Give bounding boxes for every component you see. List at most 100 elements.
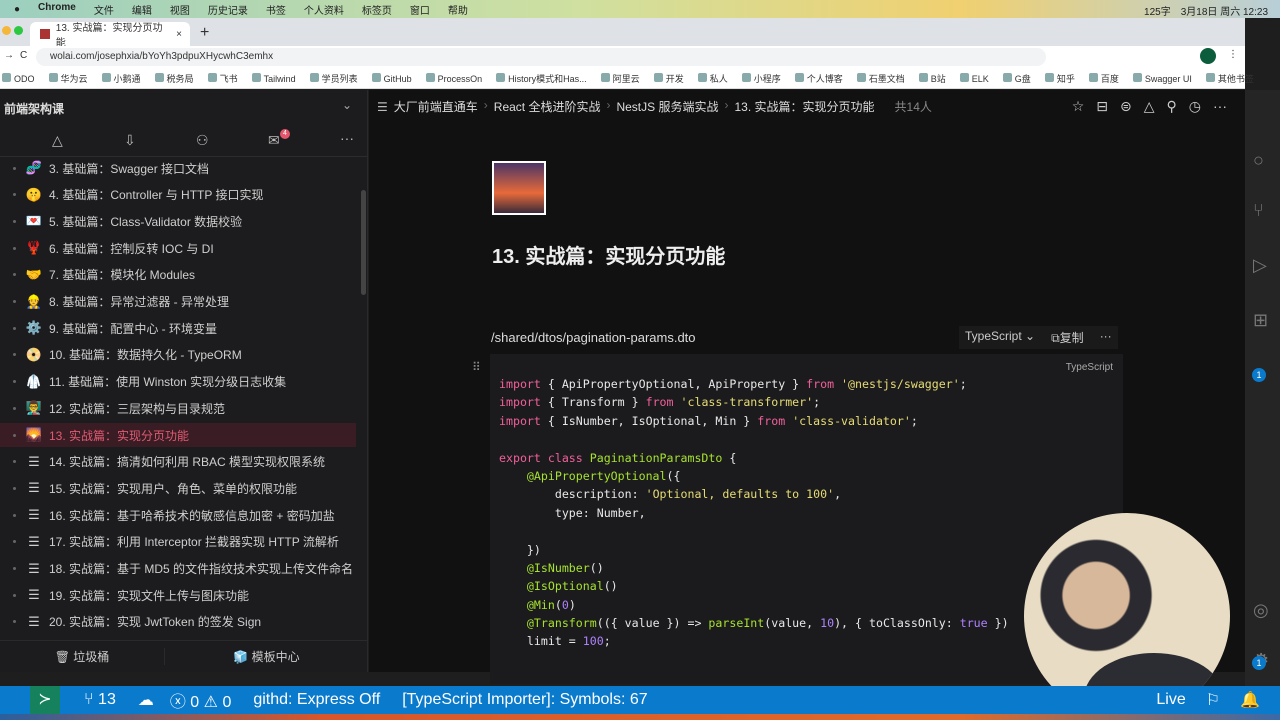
extensions-icon[interactable]: ⊞: [1253, 310, 1268, 331]
menu-5[interactable]: 书签: [266, 2, 286, 17]
members-count[interactable]: 共14人: [895, 98, 932, 115]
more-icon[interactable]: ···: [1100, 329, 1112, 346]
bookmark[interactable]: 开发: [653, 72, 684, 85]
menu-icon[interactable]: ⋮: [1228, 49, 1238, 60]
bookmark[interactable]: History模式和Has...: [496, 72, 587, 85]
bookmark[interactable]: ProcessOn: [425, 72, 482, 84]
breadcrumb-item[interactable]: 13. 实战篇：实现分页功能: [734, 98, 874, 115]
sidebar-page-item[interactable]: ☰ 14. 实战篇：搞清如何利用 RBAC 模型实现权限系统: [0, 450, 356, 474]
bookmark[interactable]: B站: [918, 72, 946, 85]
menu-3[interactable]: 视图: [170, 2, 190, 17]
bookmark[interactable]: 石墨文档: [856, 72, 905, 85]
menu-1[interactable]: 文件: [94, 2, 114, 17]
members-icon[interactable]: ⚇: [196, 132, 209, 149]
sidebar-page-item[interactable]: 👷 8. 基础篇：异常过滤器 - 异常处理: [0, 290, 356, 314]
bookmark[interactable]: 阿里云: [600, 72, 640, 85]
more-icon[interactable]: ···: [340, 130, 354, 146]
bookmark[interactable]: 飞书: [207, 72, 238, 85]
reload-icon[interactable]: C: [20, 50, 27, 61]
sidebar-page-item[interactable]: 📀 10. 基础篇：数据持久化 - TypeORM: [0, 343, 356, 367]
sidebar-page-item[interactable]: 👨‍🏫 12. 实战篇：三层架构与目录规范: [0, 396, 356, 420]
bookmark[interactable]: Tailwind: [251, 72, 296, 84]
run-debug-icon[interactable]: ▷: [1253, 255, 1267, 276]
sidebar-page-item[interactable]: 🥼 11. 基础篇：使用 Winston 实现分级日志收集: [0, 370, 356, 394]
star-icon[interactable]: ☆: [1072, 98, 1085, 115]
sidebar-toggle-icon[interactable]: ☰: [377, 100, 388, 114]
remote-icon[interactable]: ≻: [30, 686, 60, 714]
bookmark[interactable]: 个人博客: [794, 72, 843, 85]
bookmark[interactable]: 小鹅通: [101, 72, 141, 85]
menu-2[interactable]: 编辑: [132, 2, 152, 17]
bookmark[interactable]: G盘: [1002, 72, 1031, 85]
present-icon[interactable]: ⊟: [1096, 98, 1108, 115]
bookmark[interactable]: 私人: [697, 72, 728, 85]
bookmark[interactable]: 学员列表: [309, 72, 358, 85]
copy-button[interactable]: ⧉复制: [1051, 329, 1084, 346]
bookmark[interactable]: 其他书签: [1205, 72, 1254, 85]
githd-status[interactable]: githd: Express Off: [253, 691, 380, 709]
menu-7[interactable]: 标签页: [362, 2, 392, 17]
sidebar-page-item[interactable]: ☰ 15. 实战篇：实现用户、角色、菜单的权限功能: [0, 476, 356, 500]
sidebar-page-item[interactable]: 🤫 4. 基础篇：Controller 与 HTTP 接口实现: [0, 183, 356, 207]
sidebar-page-item[interactable]: ☰ 16. 实战篇：基于哈希技术的敏感信息加密 + 密码加盐: [0, 503, 356, 527]
problems-status[interactable]: ⓧ 0 ⚠ 0: [170, 688, 232, 712]
graph-icon[interactable]: △: [1144, 98, 1155, 115]
breadcrumb-item[interactable]: React 全栈进阶实战: [494, 98, 601, 115]
workspace-title[interactable]: 前端架构课: [4, 100, 64, 117]
breadcrumb-item[interactable]: 大厂前端直通车: [394, 98, 478, 115]
sidebar-page-item[interactable]: 🧬 3. 基础篇：Swagger 接口文档: [0, 156, 356, 180]
notifications-icon[interactable]: 🔔: [1240, 690, 1260, 710]
feedback-icon[interactable]: ⚐: [1206, 690, 1220, 710]
sidebar-page-item[interactable]: 💌 5. 基础篇：Class-Validator 数据校验: [0, 209, 356, 233]
bookmark[interactable]: Swagger UI: [1132, 72, 1192, 84]
browser-tab[interactable]: 13. 实战篇：实现分页功能 ×: [30, 22, 190, 49]
page-icon[interactable]: [492, 161, 546, 215]
menu-8[interactable]: 窗口: [410, 2, 430, 17]
breadcrumb-item[interactable]: NestJS 服务端实战: [616, 98, 718, 115]
share-icon[interactable]: ⚲: [1167, 98, 1177, 115]
menu-4[interactable]: 历史记录: [208, 2, 248, 17]
sidebar-page-item[interactable]: 🤝 7. 基础篇：模块化 Modules: [0, 263, 356, 287]
sidebar-page-item[interactable]: ☰ 18. 实战篇：基于 MD5 的文件指纹技术实现上传文件命名: [0, 557, 356, 581]
sidebar-scrollbar[interactable]: [361, 190, 366, 295]
bookmark[interactable]: 百度: [1088, 72, 1119, 85]
history-icon[interactable]: ◷: [1189, 98, 1201, 115]
bookmark[interactable]: ODO: [2, 72, 35, 84]
bookmark[interactable]: 知乎: [1044, 72, 1075, 85]
comment-icon[interactable]: ⊜: [1120, 98, 1132, 115]
sidebar-page-item[interactable]: ☰ 20. 实战篇：实现 JwtToken 的签发 Sign: [0, 610, 356, 634]
bookmark[interactable]: 税务局: [154, 72, 194, 85]
sidebar-page-item[interactable]: 🦞 6. 基础篇：控制反转 IOC 与 DI: [0, 236, 356, 260]
sidebar-page-item[interactable]: ☰ 19. 实战篇：实现文件上传与图床功能: [0, 583, 356, 607]
more-icon[interactable]: ···: [1213, 98, 1227, 115]
bookmark[interactable]: ELK: [959, 72, 989, 84]
account-icon[interactable]: ◎: [1253, 600, 1269, 621]
sync-icon[interactable]: ☁: [138, 690, 154, 710]
bookmark[interactable]: 小程序: [741, 72, 781, 85]
menu-0[interactable]: Chrome: [38, 2, 76, 17]
trash-button[interactable]: 🗑 垃圾桶: [0, 648, 165, 665]
forward-icon[interactable]: →: [4, 50, 14, 61]
sidebar-page-item[interactable]: 🌄 13. 实战篇：实现分页功能: [0, 423, 356, 447]
bookmark[interactable]: GitHub: [371, 72, 412, 84]
menu-9[interactable]: 帮助: [448, 2, 468, 17]
close-tab-icon[interactable]: ×: [176, 29, 182, 40]
url-input[interactable]: wolai.com/josephxia/bYoYh3pdpuXHycwhC3em…: [36, 48, 1046, 66]
language-select[interactable]: TypeScript ⌄: [965, 329, 1035, 346]
graph-icon[interactable]: △: [52, 132, 63, 149]
apple-icon[interactable]: ●: [14, 4, 20, 15]
search-icon[interactable]: ○: [1253, 150, 1264, 171]
import-icon[interactable]: ⇩: [124, 132, 136, 149]
profile-avatar[interactable]: [1200, 48, 1216, 64]
menu-6[interactable]: 个人资料: [304, 2, 344, 17]
template-center-button[interactable]: 🧊 模板中心: [165, 648, 368, 665]
new-tab-button[interactable]: +: [200, 24, 209, 42]
sidebar-page-item[interactable]: ☰ 17. 实战篇：利用 Interceptor 拦截器实现 HTTP 流解析: [0, 530, 356, 554]
ts-importer-status[interactable]: [TypeScript Importer]: Symbols: 67: [402, 691, 647, 709]
inbox-icon[interactable]: ✉: [268, 132, 280, 149]
drag-handle-icon[interactable]: ⠿: [472, 360, 481, 374]
sidebar-page-item[interactable]: ⚙️ 9. 基础篇：配置中心 - 环境变量: [0, 316, 356, 340]
datetime[interactable]: 3月18日 周六 12:23: [1181, 3, 1268, 18]
source-control-icon[interactable]: ⑂: [1253, 200, 1264, 221]
chevron-down-icon[interactable]: ⌄: [342, 98, 352, 112]
